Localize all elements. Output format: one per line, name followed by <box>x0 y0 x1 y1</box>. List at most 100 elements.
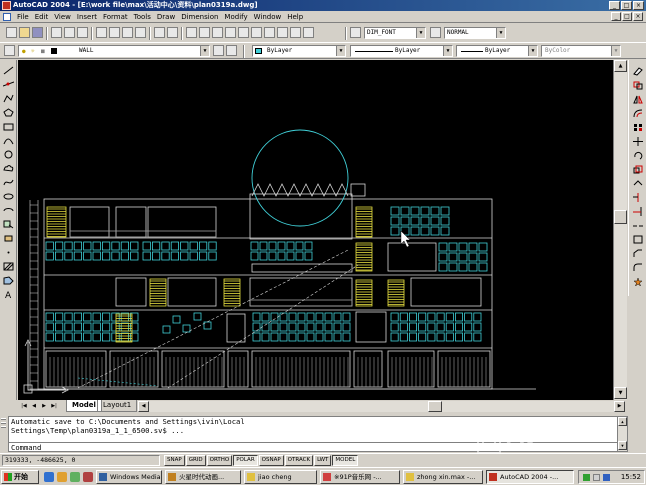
scroll-right-icon[interactable]: ▶ <box>614 401 625 412</box>
rotate-icon[interactable] <box>633 151 643 160</box>
document-icon[interactable] <box>3 13 11 21</box>
doc-minimize-button[interactable]: _ <box>611 12 621 21</box>
command-window-grip[interactable] <box>0 416 7 452</box>
vertical-scroll-thumb[interactable] <box>614 210 627 224</box>
layer-manager-icon[interactable] <box>4 45 15 56</box>
dimstyle-dropdown[interactable]: DIM_FONT ▼ <box>364 27 426 39</box>
taskbar-task-button[interactable]: jiao cheng <box>244 470 317 484</box>
menu-edit[interactable]: Edit <box>32 11 52 23</box>
text-style-icon[interactable] <box>430 27 441 38</box>
coordinate-readout[interactable]: 319333, -486625, 0 <box>2 455 160 466</box>
vertical-scrollbar[interactable]: ▲ ▼ <box>613 60 627 400</box>
mode-grid-button[interactable]: GRID <box>185 455 206 466</box>
chevron-down-icon[interactable]: ▼ <box>443 46 452 56</box>
command-scrollbar[interactable]: ▲ ▼ <box>617 417 627 451</box>
preview-icon[interactable] <box>64 27 75 38</box>
menu-help[interactable]: Help <box>284 11 306 23</box>
menu-file[interactable]: File <box>14 11 32 23</box>
start-button[interactable]: 开始 <box>1 470 39 484</box>
quick-launch-desktop-icon[interactable] <box>70 472 80 482</box>
break-icon[interactable] <box>633 221 643 230</box>
horizontal-scroll-thumb[interactable] <box>428 401 442 412</box>
markup-icon[interactable] <box>290 27 301 38</box>
mode-polar-button[interactable]: POLAR <box>233 455 258 466</box>
save-icon[interactable] <box>32 27 43 38</box>
chevron-down-icon[interactable]: ▼ <box>336 46 345 56</box>
first-tab-icon[interactable]: |◀ <box>20 402 28 411</box>
chevron-down-icon[interactable]: ▼ <box>528 46 537 56</box>
scale-icon[interactable] <box>633 165 643 174</box>
offset-icon[interactable] <box>633 109 643 118</box>
horizontal-scrollbar[interactable]: ◀ ▶ <box>138 401 625 412</box>
construction-line-icon[interactable] <box>3 80 14 89</box>
tab-layout1[interactable]: Layout1 <box>97 400 138 412</box>
copy-object-icon[interactable] <box>633 81 643 90</box>
undo-icon[interactable] <box>154 27 165 38</box>
multiline-text-icon[interactable]: A <box>3 290 14 299</box>
quick-launch-media-icon[interactable] <box>83 472 93 482</box>
zoom-previous-icon[interactable] <box>225 27 236 38</box>
menu-dimension[interactable]: Dimension <box>178 11 221 23</box>
color-dropdown[interactable]: ByLayer ▼ <box>252 45 346 57</box>
mode-ortho-button[interactable]: ORTHO <box>206 455 233 466</box>
tray-network-icon[interactable] <box>583 474 590 481</box>
dimension-style-icon[interactable] <box>350 27 361 38</box>
last-tab-icon[interactable]: ▶| <box>50 402 58 411</box>
doc-restore-button[interactable]: □ <box>622 12 632 21</box>
join-icon[interactable] <box>633 235 643 244</box>
array-icon[interactable] <box>633 123 643 132</box>
trim-icon[interactable] <box>633 193 643 202</box>
publish-icon[interactable] <box>77 27 88 38</box>
textstyle-dropdown[interactable]: NORMAL ▼ <box>444 27 506 39</box>
layer-previous-icon[interactable] <box>226 45 237 56</box>
polygon-icon[interactable] <box>3 108 14 117</box>
scroll-down-icon[interactable]: ▼ <box>614 387 627 399</box>
move-icon[interactable] <box>633 137 643 146</box>
taskbar-task-button[interactable]: AutoCAD 2004 -... <box>486 470 574 484</box>
doc-close-button[interactable]: × <box>633 12 643 21</box>
explode-icon[interactable] <box>633 277 643 286</box>
spline-icon[interactable] <box>3 178 14 187</box>
command-window[interactable]: Automatic save to C:\Documents and Setti… <box>8 416 628 452</box>
zoom-realtime-icon[interactable] <box>199 27 210 38</box>
revision-cloud-icon[interactable] <box>3 164 14 173</box>
drawing-canvas[interactable] <box>18 60 613 400</box>
rectangle-icon[interactable] <box>3 122 14 131</box>
scroll-up-icon[interactable]: ▲ <box>618 417 627 426</box>
mode-snap-button[interactable]: SNAP <box>164 455 185 466</box>
ellipse-icon[interactable] <box>3 192 14 201</box>
region-icon[interactable] <box>3 276 14 285</box>
menu-draw[interactable]: Draw <box>154 11 178 23</box>
autocad-app-icon[interactable] <box>2 1 11 10</box>
menu-view[interactable]: View <box>51 11 74 23</box>
chamfer-icon[interactable] <box>633 249 643 258</box>
taskbar-task-button[interactable]: Windows Media P... <box>96 470 162 484</box>
copy-icon[interactable] <box>109 27 120 38</box>
circle-icon[interactable] <box>3 150 14 159</box>
help-icon[interactable] <box>303 27 314 38</box>
chevron-down-icon[interactable]: ▼ <box>200 46 209 56</box>
close-button[interactable]: × <box>633 1 644 10</box>
scroll-left-icon[interactable]: ◀ <box>138 401 149 412</box>
menu-window[interactable]: Window <box>251 11 285 23</box>
maximize-button[interactable]: □ <box>621 1 632 10</box>
taskbar-task-button[interactable]: zhong xin.max -... <box>403 470 483 484</box>
polyline-icon[interactable] <box>3 94 14 103</box>
stretch-icon[interactable] <box>633 179 643 188</box>
mode-lwt-button[interactable]: LWT <box>314 455 332 466</box>
layer-dropdown[interactable]: ● ☼ ■ WALL ▼ <box>18 45 210 57</box>
extend-icon[interactable] <box>633 207 643 216</box>
fillet-icon[interactable] <box>633 263 643 272</box>
mode-model-button[interactable]: MODEL <box>332 455 359 466</box>
cut-icon[interactable] <box>96 27 107 38</box>
hatch-icon[interactable] <box>3 262 14 271</box>
zoom-window-icon[interactable] <box>212 27 223 38</box>
menu-insert[interactable]: Insert <box>74 11 100 23</box>
tool-palettes-icon[interactable] <box>264 27 275 38</box>
paste-icon[interactable] <box>122 27 133 38</box>
make-current-icon[interactable] <box>213 45 224 56</box>
scroll-up-icon[interactable]: ▲ <box>614 60 627 72</box>
line-icon[interactable] <box>3 66 14 75</box>
prev-tab-icon[interactable]: ◀ <box>30 402 38 411</box>
menu-modify[interactable]: Modify <box>221 11 250 23</box>
